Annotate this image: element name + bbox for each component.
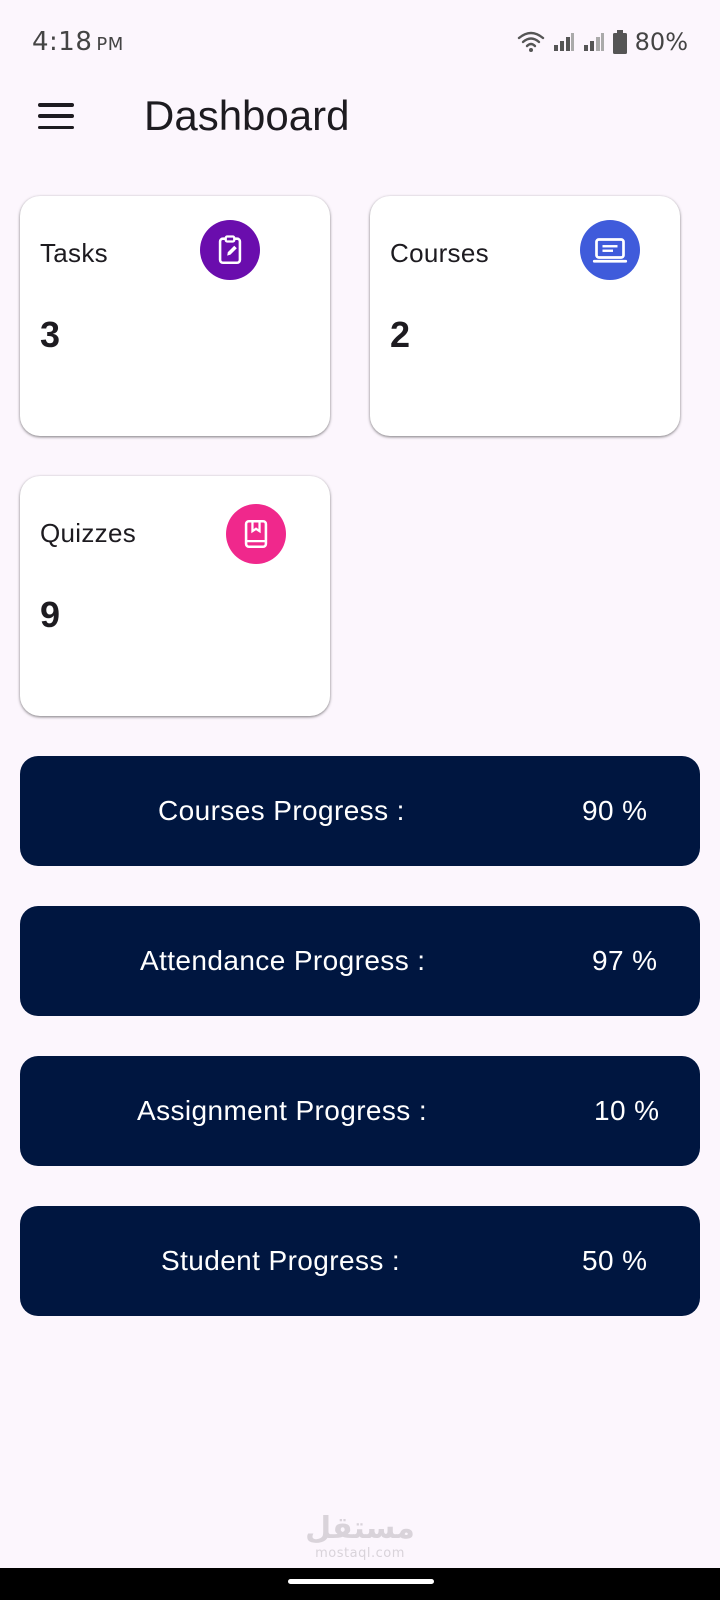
signal-icon — [553, 33, 574, 51]
student-progress-bar[interactable]: Student Progress : 50 % — [20, 1206, 700, 1316]
courses-card-label: Courses — [390, 238, 489, 268]
student-progress-value: 50 % — [582, 1245, 648, 1276]
courses-progress-bar[interactable]: Courses Progress : 90 % — [20, 756, 700, 866]
attendance-progress-value: 97 % — [592, 945, 658, 976]
attendance-progress-label: Attendance Progress : — [140, 945, 426, 976]
tasks-card-value: 3 — [40, 314, 61, 355]
assignment-progress-value: 10 % — [594, 1095, 660, 1126]
battery-percent: 80% — [634, 28, 688, 56]
assignment-progress-bar[interactable]: Assignment Progress : 10 % — [20, 1056, 700, 1166]
home-gesture-handle[interactable] — [288, 1579, 434, 1584]
clipboard-edit-icon — [200, 220, 260, 280]
tasks-card-label: Tasks — [40, 238, 108, 268]
laptop-icon — [580, 220, 640, 280]
courses-progress-value: 90 % — [582, 795, 648, 826]
book-bookmark-icon — [226, 504, 286, 564]
signal-secondary-icon — [583, 33, 604, 51]
system-nav-bar — [0, 1568, 720, 1600]
app-bar: Dashboard — [0, 88, 720, 148]
student-progress-label: Student Progress : — [161, 1245, 401, 1276]
quizzes-card-value: 9 — [40, 594, 61, 635]
status-time-ampm: PM — [96, 34, 124, 55]
courses-card-value: 2 — [390, 314, 411, 355]
status-time-value: 4:18 — [32, 27, 93, 57]
menu-icon[interactable] — [38, 103, 74, 129]
courses-progress-label: Courses Progress : — [158, 795, 405, 826]
status-bar: 4:18 PM 80% — [0, 0, 720, 84]
battery-icon — [612, 30, 627, 54]
quizzes-card[interactable]: Quizzes 9 — [20, 476, 330, 716]
assignment-progress-label: Assignment Progress : — [137, 1095, 428, 1126]
watermark-logo: مستقل — [305, 1511, 415, 1546]
page-title: Dashboard — [144, 92, 350, 139]
attendance-progress-bar[interactable]: Attendance Progress : 97 % — [20, 906, 700, 1016]
watermark-text: mostaql.com — [315, 1546, 405, 1561]
courses-card[interactable]: Courses 2 — [370, 196, 680, 436]
status-time: 4:18 PM — [32, 27, 124, 57]
tasks-card[interactable]: Tasks 3 — [20, 196, 330, 436]
status-icons: 80% — [517, 28, 688, 56]
wifi-icon — [517, 31, 544, 52]
quizzes-card-label: Quizzes — [40, 518, 137, 548]
watermark: مستقل mostaql.com — [300, 1511, 420, 1562]
